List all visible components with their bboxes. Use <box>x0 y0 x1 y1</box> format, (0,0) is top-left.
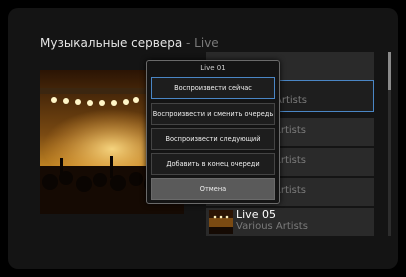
scrollbar-thumb[interactable] <box>388 52 391 90</box>
cancel-button[interactable]: Отмена <box>151 178 275 200</box>
play-next-option[interactable]: Воспроизвести следующий <box>151 128 275 150</box>
title-subtitle: Live <box>194 36 219 50</box>
play-and-replace-queue-option[interactable]: Воспроизвести и сменить очередь <box>151 103 275 125</box>
add-to-end-of-queue-option[interactable]: Добавить в конец очереди <box>151 153 275 175</box>
popup-title: Live 01 <box>200 64 226 72</box>
play-now-option[interactable]: Воспроизвести сейчас <box>151 77 275 99</box>
context-menu-popup: Live 01 Воспроизвести сейчас Воспроизвес… <box>146 60 280 204</box>
scrollbar[interactable] <box>388 52 391 236</box>
page-title: Музыкальные сервера - Live <box>40 36 219 50</box>
title-separator: - <box>182 36 195 50</box>
title-main: Музыкальные сервера <box>40 36 183 50</box>
album-thumbnail <box>209 210 233 234</box>
list-item[interactable]: Live 05 Various Artists <box>206 208 374 236</box>
list-item-title: Live 05 <box>236 208 276 221</box>
list-item-artist: Various Artists <box>236 221 308 232</box>
